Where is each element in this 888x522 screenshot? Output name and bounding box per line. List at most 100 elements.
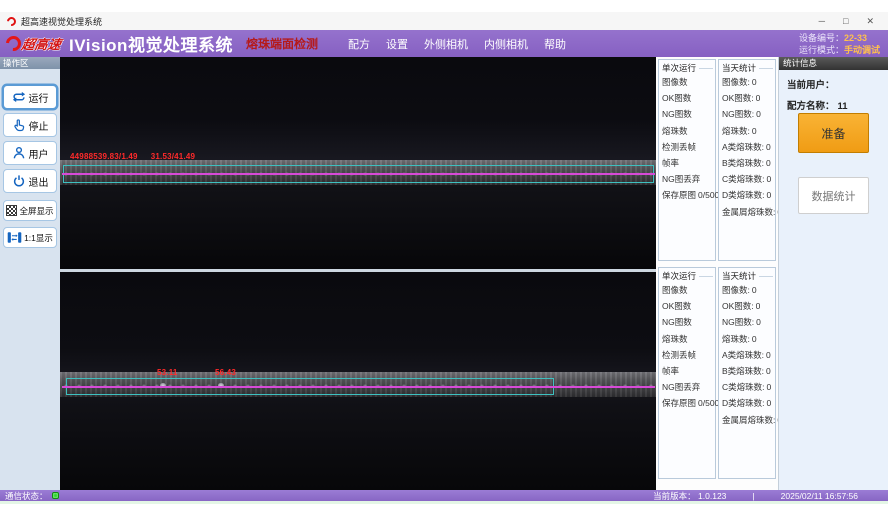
stat-row: OK图数 bbox=[659, 90, 715, 106]
inner-camera-view[interactable]: 53.11 56.43 bbox=[60, 272, 656, 490]
single-run-panel-bottom: 单次运行 图像数 OK图数 NG图数 熔珠数 检测丢帧 帧率 NG图丢弃 bbox=[658, 267, 716, 479]
sidebar-title: 操作区 bbox=[0, 57, 60, 69]
menu-item-outer-camera[interactable]: 外侧相机 bbox=[424, 36, 468, 52]
maximize-button[interactable]: □ bbox=[843, 16, 848, 27]
stat-row: D类熔珠数:0 bbox=[719, 187, 775, 203]
app-header: 超高速 IVision视觉处理系统 熔珠端面检测 配方 设置 外侧相机 内侧相机… bbox=[0, 30, 888, 57]
user-icon bbox=[12, 146, 26, 160]
page-title: IVision视觉处理系统 bbox=[69, 31, 233, 56]
fullscreen-button[interactable]: 全屏显示 bbox=[3, 200, 57, 221]
stat-row: A类熔珠数:0 bbox=[719, 139, 775, 155]
device-number-value: 22-33 bbox=[844, 33, 867, 43]
menu-item-settings[interactable]: 设置 bbox=[386, 36, 408, 52]
stat-row: 熔珠数:0 bbox=[719, 123, 775, 139]
measurement-annotation: 44988539.83/1.49 31.53/41.49 bbox=[70, 152, 195, 161]
datetime-text: 2025/02/11 16:57:56 bbox=[781, 491, 858, 501]
stat-row: 帧率 bbox=[659, 363, 715, 379]
stat-row: 熔珠数 bbox=[659, 123, 715, 139]
device-info: 设备编号：22-33 运行模式：手动调试 bbox=[799, 32, 880, 56]
stat-row: 图像数:0 bbox=[719, 74, 775, 90]
stat-row: 熔珠数 bbox=[659, 331, 715, 347]
measurement-annotation: 53.11 bbox=[157, 368, 178, 377]
one-to-one-button-label: 1:1显示 bbox=[24, 232, 53, 244]
outer-camera-view[interactable]: 44988539.83/1.49 31.53/41.49 bbox=[60, 57, 656, 269]
close-button[interactable]: ✕ bbox=[866, 16, 874, 27]
scan-line-overlay bbox=[62, 173, 655, 175]
stat-row: 金属屑熔珠数:0 bbox=[719, 204, 775, 220]
stop-button-label: 停止 bbox=[29, 118, 49, 133]
exit-button-label: 退出 bbox=[29, 174, 49, 189]
recipe-name-value: 11 bbox=[838, 101, 848, 112]
menu-item-help[interactable]: 帮助 bbox=[544, 36, 566, 52]
comm-status-label: 通信状态： bbox=[5, 490, 48, 502]
user-button-label: 用户 bbox=[29, 146, 49, 161]
comm-status-indicator bbox=[52, 492, 59, 499]
menu-item-recipe[interactable]: 配方 bbox=[348, 36, 370, 52]
app-window: 超高速视觉处理系统 ─ □ ✕ 超高速 IVision视觉处理系统 熔珠端面检测… bbox=[0, 0, 888, 522]
stat-row: 帧率 bbox=[659, 155, 715, 171]
panel-title: 当天统计 bbox=[719, 60, 775, 74]
menu-item-inner-camera[interactable]: 内侧相机 bbox=[484, 36, 528, 52]
stop-button[interactable]: 停止 bbox=[3, 113, 57, 137]
current-user-row: 当前用户： bbox=[779, 77, 888, 91]
menu-bar: 配方 设置 外侧相机 内侧相机 帮助 bbox=[348, 36, 566, 52]
panel-title: 单次运行 bbox=[659, 60, 715, 74]
recipe-name-label: 配方名称： bbox=[787, 101, 835, 112]
info-panel: 统计信息 当前用户： 配方名称：11 准备 数据统计 bbox=[778, 57, 888, 490]
fullscreen-grid-icon bbox=[6, 205, 17, 216]
stat-row: NG图丢弃 bbox=[659, 171, 715, 187]
window-title: 超高速视觉处理系统 bbox=[21, 15, 102, 28]
one-to-one-button[interactable]: 1:1显示 bbox=[3, 227, 57, 248]
stat-row: 保存原图0/500 bbox=[659, 395, 715, 411]
brand-logo-text: 超高速 bbox=[20, 34, 62, 53]
sidebar: 操作区 运行 停止 用户 bbox=[0, 57, 60, 490]
stat-row: A类熔珠数:0 bbox=[719, 347, 775, 363]
data-statistics-button[interactable]: 数据统计 bbox=[798, 177, 869, 214]
stat-row: NG图数:0 bbox=[719, 106, 775, 122]
panel-title: 当天统计 bbox=[719, 268, 775, 282]
run-mode-value: 手动调试 bbox=[844, 45, 880, 55]
stat-row: 图像数 bbox=[659, 74, 715, 90]
daily-stats-panel-bottom: 当天统计 图像数:0 OK图数:0 NG图数:0 熔珠数:0 A类熔珠数:0 B… bbox=[718, 267, 776, 479]
stat-row: C类熔珠数:0 bbox=[719, 171, 775, 187]
run-icon bbox=[12, 90, 26, 104]
user-button[interactable]: 用户 bbox=[3, 141, 57, 165]
status-separator: | bbox=[752, 491, 754, 501]
stat-row: 图像数 bbox=[659, 282, 715, 298]
stat-row: NG图数:0 bbox=[719, 314, 775, 330]
stat-row: NG图数 bbox=[659, 106, 715, 122]
stat-row: D类熔珠数:0 bbox=[719, 395, 775, 411]
stat-row: 金属屑熔珠数:0 bbox=[719, 412, 775, 428]
recipe-name-row: 配方名称：11 bbox=[779, 98, 888, 112]
camera-display-area: 44988539.83/1.49 31.53/41.49 53.11 56.43 bbox=[60, 57, 656, 490]
statistics-area: 单次运行 图像数 OK图数 NG图数 熔珠数 检测丢帧 帧率 NG图丢弃 bbox=[656, 57, 778, 490]
run-mode-label: 运行模式： bbox=[799, 45, 844, 55]
stat-row: 检测丢帧 bbox=[659, 347, 715, 363]
single-run-panel-top: 单次运行 图像数 OK图数 NG图数 熔珠数 检测丢帧 帧率 NG图丢弃 bbox=[658, 59, 716, 261]
stop-icon bbox=[12, 118, 26, 132]
app-logo-icon bbox=[5, 15, 18, 28]
scan-line-overlay bbox=[62, 386, 655, 388]
app-subtitle: 熔珠端面检测 bbox=[246, 35, 318, 52]
stat-row: NG图数 bbox=[659, 314, 715, 330]
stat-row: C类熔珠数:0 bbox=[719, 379, 775, 395]
minimize-button[interactable]: ─ bbox=[819, 16, 825, 27]
info-panel-title: 统计信息 bbox=[779, 57, 888, 70]
one-to-one-icon bbox=[7, 231, 22, 244]
fullscreen-button-label: 全屏显示 bbox=[19, 205, 53, 217]
measurement-annotation: 56.43 bbox=[215, 368, 236, 377]
stat-row: B类熔珠数:0 bbox=[719, 155, 775, 171]
daily-stats-panel-top: 当天统计 图像数:0 OK图数:0 NG图数:0 熔珠数:0 A类熔珠数:0 B… bbox=[718, 59, 776, 261]
bottom-edge-strip bbox=[0, 501, 888, 504]
run-button[interactable]: 运行 bbox=[3, 85, 57, 109]
version-text: 当前版本： 1.0.123 bbox=[653, 490, 726, 502]
prepare-button[interactable]: 准备 bbox=[798, 113, 869, 153]
status-bar: 通信状态： 当前版本： 1.0.123 | 2025/02/11 16:57:5… bbox=[0, 490, 888, 501]
stat-row: OK图数 bbox=[659, 298, 715, 314]
exit-icon bbox=[12, 174, 26, 188]
exit-button[interactable]: 退出 bbox=[3, 169, 57, 193]
current-user-label: 当前用户： bbox=[787, 80, 835, 91]
stat-row: 熔珠数:0 bbox=[719, 331, 775, 347]
stat-row: OK图数:0 bbox=[719, 298, 775, 314]
window-titlebar: 超高速视觉处理系统 ─ □ ✕ bbox=[0, 12, 888, 30]
